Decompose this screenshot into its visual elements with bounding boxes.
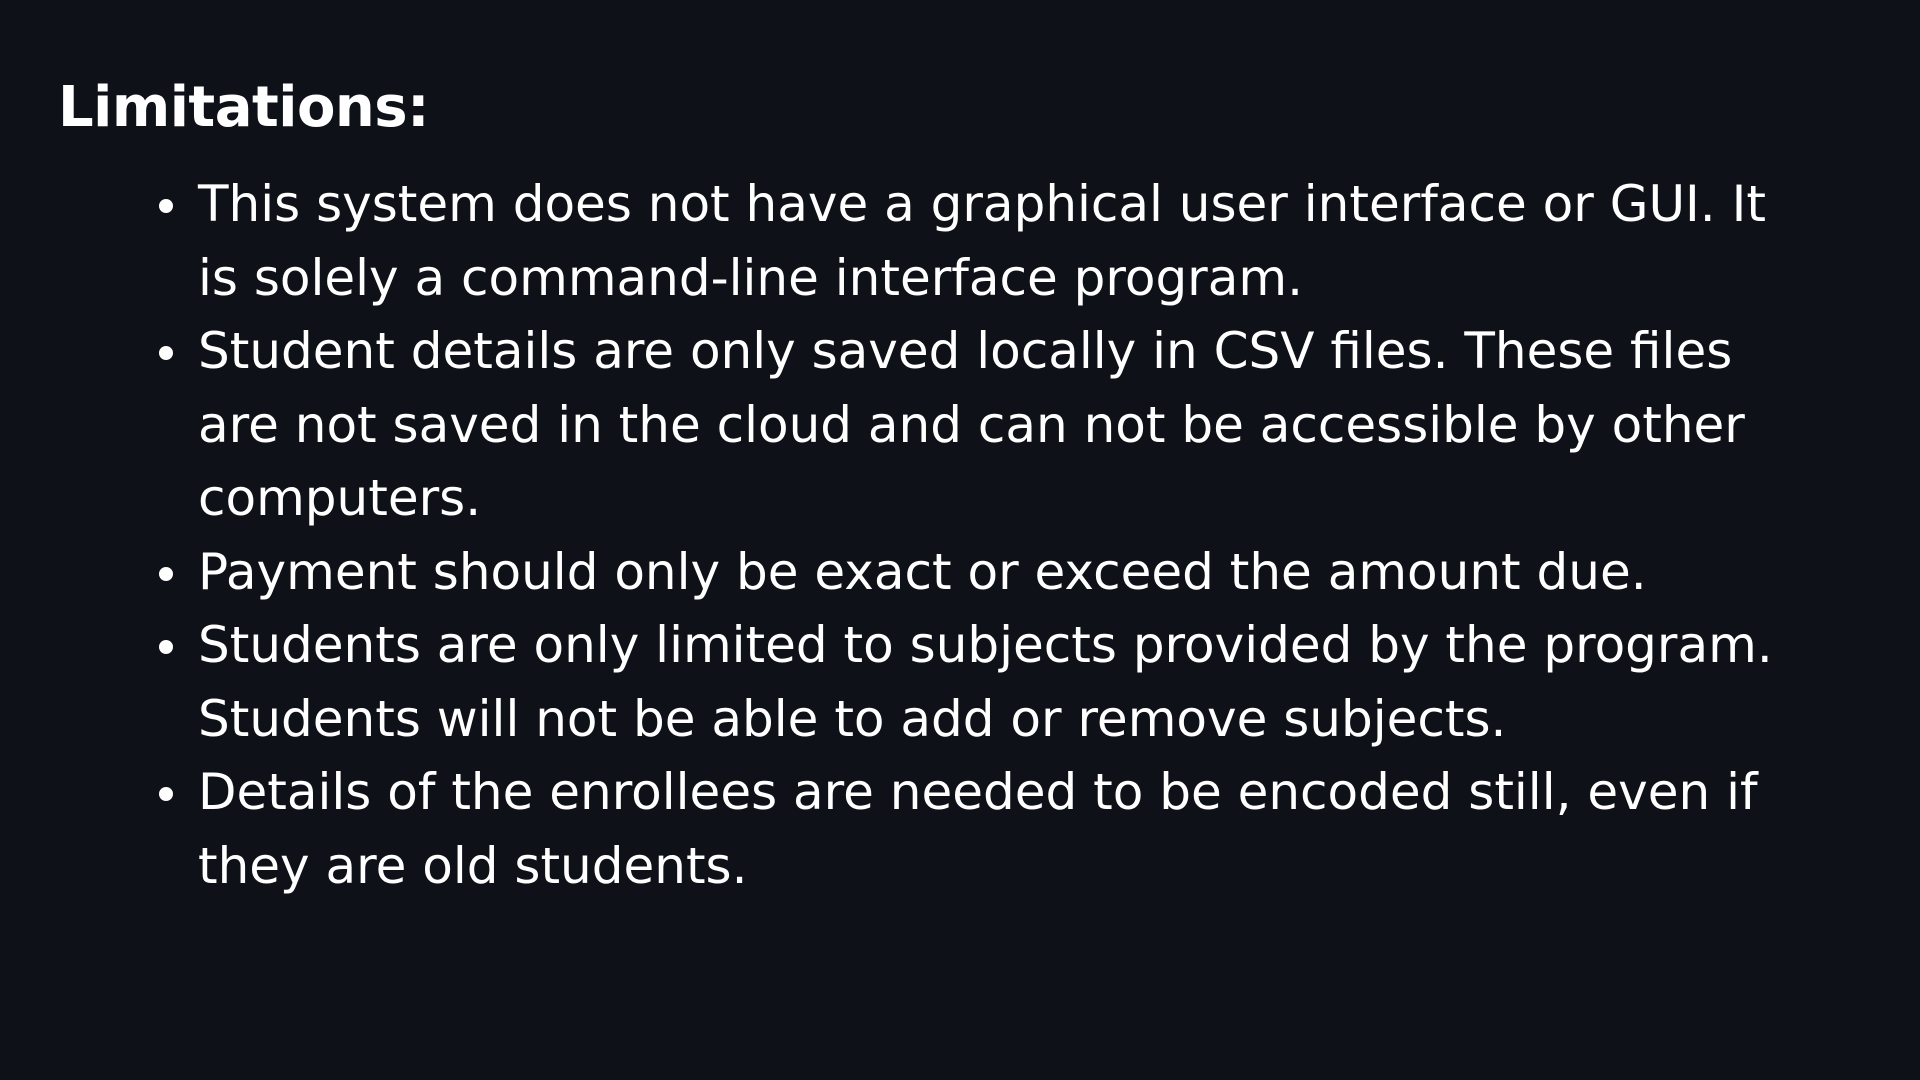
list-item: Details of the enrollees are needed to b… [155, 756, 1775, 903]
list-item: Payment should only be exact or exceed t… [155, 536, 1775, 610]
list-item-text: Payment should only be exact or exceed t… [198, 542, 1647, 601]
limitations-list: This system does not have a graphical us… [155, 168, 1775, 903]
list-item-text: Details of the enrollees are needed to b… [198, 763, 1758, 895]
list-item: This system does not have a graphical us… [155, 168, 1775, 315]
bullet-dot-icon [159, 640, 173, 654]
bullet-dot-icon [159, 566, 173, 581]
list-item: Student details are only saved locally i… [155, 315, 1775, 536]
bullet-dot-icon [159, 199, 173, 213]
list-item: Students are only limited to subjects pr… [155, 609, 1775, 756]
list-item-text: This system does not have a graphical us… [198, 175, 1766, 307]
bullet-dot-icon [159, 787, 173, 801]
bullet-dot-icon [159, 346, 173, 360]
list-item-text: Students are only limited to subjects pr… [198, 616, 1773, 748]
list-item-text: Student details are only saved locally i… [198, 322, 1745, 527]
slide: Limitations: This system does not have a… [0, 0, 1920, 1080]
slide-heading: Limitations: [58, 75, 430, 140]
